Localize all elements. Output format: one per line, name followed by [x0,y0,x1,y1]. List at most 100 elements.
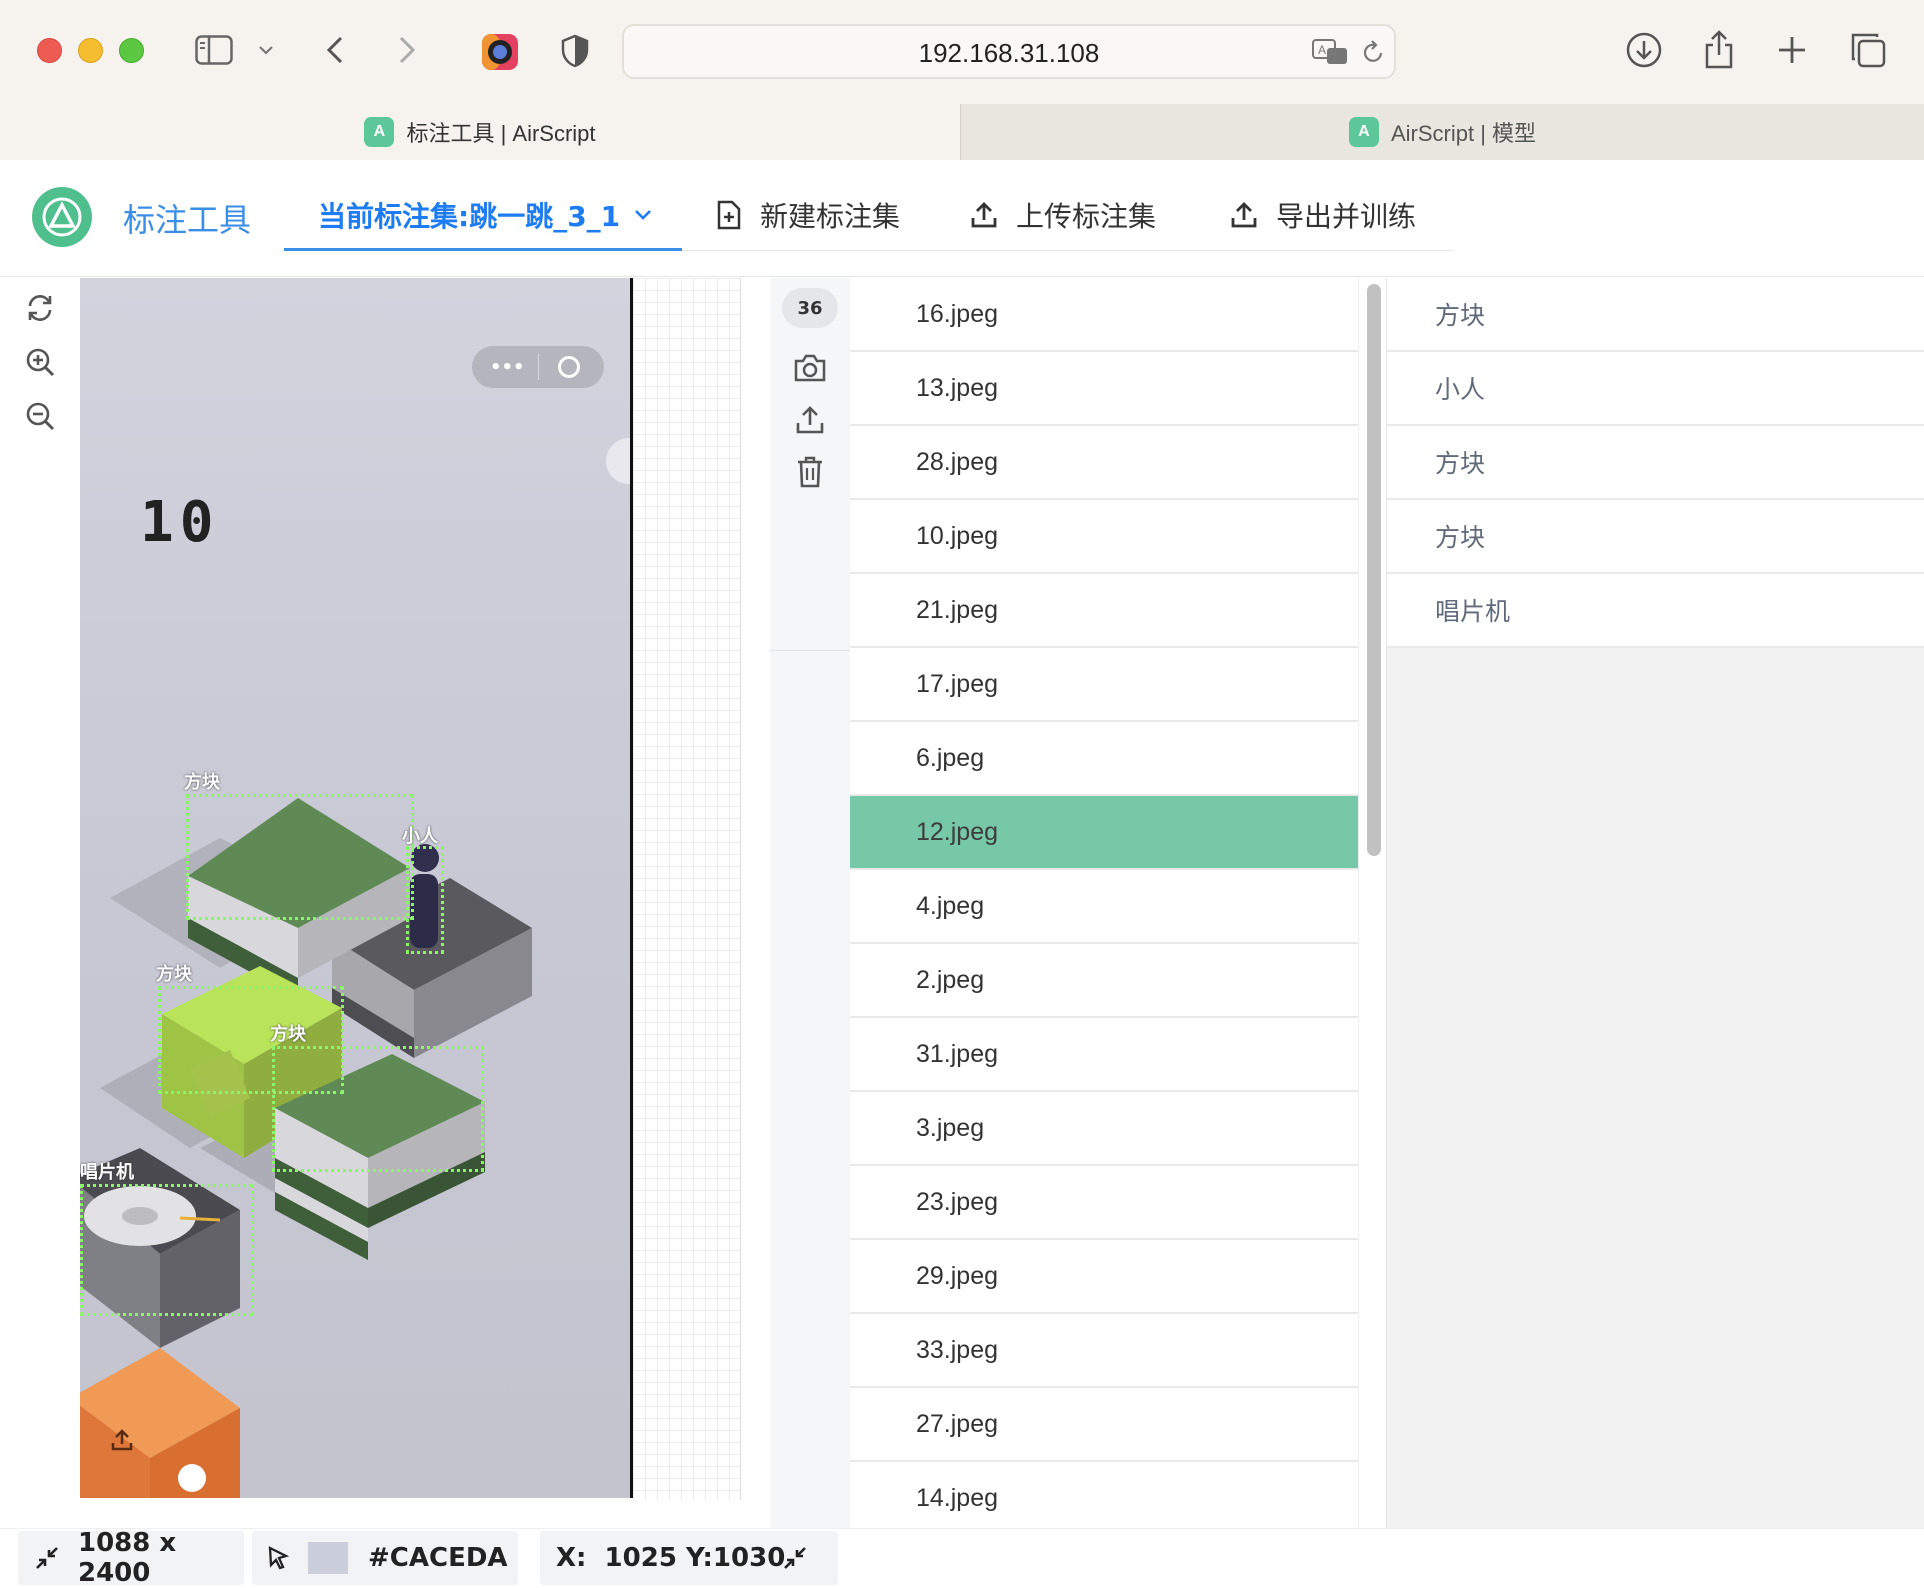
chevron-down-icon [634,209,670,221]
close-window-button[interactable] [37,38,62,63]
app-title: 标注工具 [123,201,252,239]
file-row-12-selected[interactable]: 12.jpeg [850,796,1358,870]
address-bar[interactable]: 192.168.31.108 A [622,24,1396,79]
file-row-3[interactable]: 3.jpeg [850,1092,1358,1166]
file-row-27[interactable]: 27.jpeg [850,1388,1358,1462]
translate-icon[interactable]: A [1310,36,1350,68]
file-row-13[interactable]: 13.jpeg [850,352,1358,426]
bbox-label: 方块 [184,772,220,793]
canvas-tools [0,278,80,1528]
browser-toolbar: 192.168.31.108 A [0,0,1924,104]
back-icon[interactable] [320,32,350,68]
zoom-out-icon[interactable] [20,396,60,436]
label-row[interactable]: 方块 [1387,500,1924,574]
reset-view-icon[interactable] [20,288,60,328]
tab-overview-icon[interactable] [1848,30,1888,70]
upload-icon [1230,201,1276,229]
camera-icon[interactable] [792,350,828,386]
tab-label: AirScript | 模型 [1390,121,1537,146]
coords-text: X: 1025 Y:1030 [556,1543,786,1573]
annotation-label-list: 方块 小人 方块 方块 唱片机 [1386,278,1924,1528]
file-row-4[interactable]: 4.jpeg [850,870,1358,944]
nav-active-underline [284,248,682,251]
file-row-33[interactable]: 33.jpeg [850,1314,1358,1388]
zoom-window-button[interactable] [119,38,144,63]
file-row-17[interactable]: 17.jpeg [850,648,1358,722]
file-list-scrollbar[interactable] [1358,278,1386,1528]
export-and-train-button[interactable]: 导出并训练 [1230,195,1416,235]
current-annotation-set-dropdown[interactable]: 当前标注集:跳一跳_3_1 [318,195,670,235]
image-file-list: 16.jpeg 13.jpeg 28.jpeg 10.jpeg 21.jpeg … [850,278,1358,1528]
tab-bar: A 标注工具 | AirScript A AirScript | 模型 [0,104,1924,160]
image-actions-sidebar: 36 [770,278,850,1528]
scrollbar-thumb[interactable] [1367,284,1381,856]
tab-annotation-tool[interactable]: A 标注工具 | AirScript [0,104,960,160]
url-text: 192.168.31.108 [918,38,1100,68]
export-train-label: 导出并训练 [1276,200,1417,233]
image-size-info: 1088 x 2400 [18,1528,244,1588]
file-row-14[interactable]: 14.jpeg [850,1462,1358,1528]
zoom-in-icon[interactable] [20,342,60,382]
tab-label: 标注工具 | AirScript [406,121,596,146]
file-row-21[interactable]: 21.jpeg [850,574,1358,648]
chevron-down-icon[interactable] [256,40,276,60]
collapse-icon[interactable] [34,1545,60,1571]
app-header: 标注工具 当前标注集:跳一跳_3_1 新建标注集 上传标注集 导出并训练 [0,161,1924,277]
trash-icon[interactable] [792,454,828,490]
svg-text:A: A [1318,43,1326,57]
file-row-31[interactable]: 31.jpeg [850,1018,1358,1092]
extension-camera-icon[interactable] [480,32,520,72]
new-file-icon [716,200,760,230]
current-set-label: 当前标注集:跳一跳_3_1 [318,200,621,233]
bbox-block[interactable] [272,1046,484,1172]
bbox-block[interactable] [186,794,414,920]
sidebar-toggle-icon[interactable] [194,32,234,68]
download-icon[interactable] [1624,30,1664,70]
label-row[interactable]: 小人 [1387,352,1924,426]
color-swatch [308,1542,348,1574]
tab-airscript-model[interactable]: A AirScript | 模型 [960,104,1924,160]
new-annotation-set-button[interactable]: 新建标注集 [716,195,900,235]
bbox-record-player[interactable] [80,1184,254,1316]
sidebar-divider [770,650,850,651]
bbox-label: 方块 [156,964,192,985]
shield-icon[interactable] [558,32,592,70]
share-icon[interactable] [1700,28,1738,70]
upload-icon [970,201,1016,229]
file-row-6[interactable]: 6.jpeg [850,722,1358,796]
image-size-text: 1088 x 2400 [78,1528,177,1588]
color-picker-info: #CACEDA [252,1531,518,1585]
file-row-28[interactable]: 28.jpeg [850,426,1358,500]
label-row[interactable]: 唱片机 [1387,574,1924,648]
file-row-2[interactable]: 2.jpeg [850,944,1358,1018]
cursor-pointer-icon[interactable] [266,1545,290,1571]
collapse-icon[interactable] [782,1545,808,1571]
upload-image-icon[interactable] [792,402,828,438]
file-row-16[interactable]: 16.jpeg [850,278,1358,352]
airscript-favicon-icon: A [364,117,395,147]
upload-icon [110,1428,134,1456]
file-row-29[interactable]: 29.jpeg [850,1240,1358,1314]
file-row-23[interactable]: 23.jpeg [850,1166,1358,1240]
bbox-label: 方块 [270,1024,306,1045]
upload-set-label: 上传标注集 [1016,200,1157,233]
new-set-label: 新建标注集 [760,200,901,233]
minimize-window-button[interactable] [78,38,103,63]
annotation-canvas[interactable]: ••• 10 方块 小人 方块 方块 唱片机 [80,278,632,1498]
file-row-10[interactable]: 10.jpeg [850,500,1358,574]
reload-icon[interactable] [1358,36,1388,68]
upload-annotation-set-button[interactable]: 上传标注集 [970,195,1156,235]
status-bar: 1088 x 2400 #CACEDA X: 1025 Y:1030 [0,1528,1924,1588]
bbox-label: 小人 [402,826,438,847]
expand-collapse-toggle[interactable] [770,1531,838,1585]
bbox-label: 唱片机 [80,1162,134,1183]
label-row[interactable]: 方块 [1387,278,1924,352]
new-tab-icon[interactable] [1774,32,1810,68]
canvas-grid-background [633,278,741,1500]
image-count-badge: 36 [782,288,838,328]
airscript-logo-icon [32,187,92,247]
color-hex-text: #CACEDA [368,1543,508,1573]
label-row[interactable]: 方块 [1387,426,1924,500]
bbox-character[interactable] [406,846,444,954]
forward-icon[interactable] [392,32,422,68]
